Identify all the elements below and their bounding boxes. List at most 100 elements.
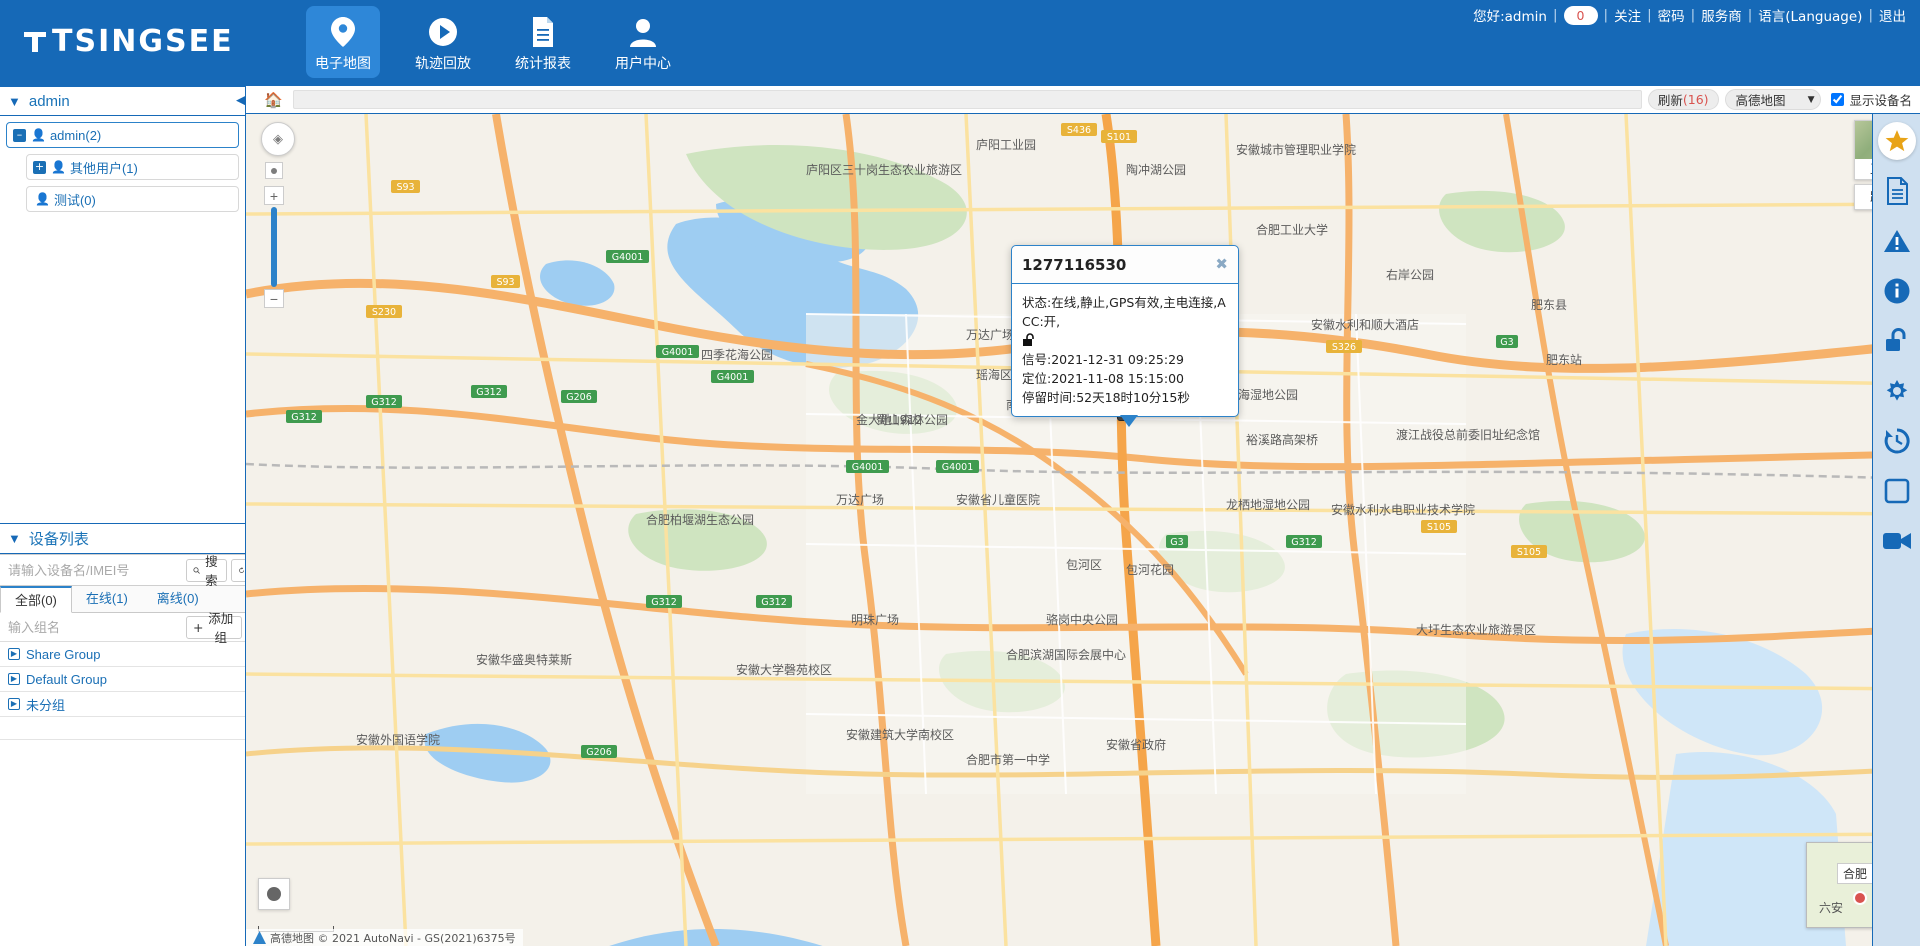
map-pin-icon: [326, 13, 360, 51]
square-icon[interactable]: [1878, 472, 1916, 510]
road-shield: G3: [1496, 335, 1518, 348]
popup-header: 1277116530 ✖: [1012, 246, 1238, 284]
map-canvas[interactable]: 庐阳区三十岗生态农业旅游区 四季花海公园 蜀山森林公园 合肥柏堰湖生态公园 安徽华盛奥特…: [246, 114, 1920, 946]
map-place-label: 渡江战役总前委旧址纪念馆: [1396, 427, 1540, 442]
right-toolbar: [1872, 114, 1920, 946]
user-menu: 您好:admin | 0 | 关注 | 密码 | 服务商 | 语言(Langua…: [1473, 5, 1906, 25]
chevron-right-icon[interactable]: ▶: [8, 648, 20, 660]
brand-logo[interactable]: TSINGSEE: [22, 24, 234, 59]
user-tree-title: admin: [28, 92, 70, 110]
svg-text:S105: S105: [1427, 522, 1451, 533]
map-labels-layer: 庐阳区三十岗生态农业旅游区四季花海公园蜀山森林公园合肥柏堰湖生态公园安徽华盛奥特…: [286, 123, 1582, 767]
refresh-icon: [238, 566, 244, 573]
map-place-label: 肥东县: [1531, 298, 1567, 312]
compass-icon[interactable]: ◈: [261, 122, 295, 156]
nav-item-map[interactable]: 电子地图: [306, 6, 380, 78]
road-shield: G206: [561, 390, 597, 403]
svg-text:G312: G312: [476, 387, 502, 398]
group-row-ungrouped[interactable]: ▶ 未分组: [0, 692, 245, 717]
info-icon[interactable]: [1878, 272, 1916, 310]
road-shield: G4001: [936, 460, 979, 473]
menu-link-logout[interactable]: 退出: [1879, 5, 1906, 25]
tree-node-other-users[interactable]: + 👤 其他用户(1): [26, 154, 239, 180]
group-name-input[interactable]: [6, 618, 186, 636]
user-icon: [626, 13, 660, 51]
close-icon[interactable]: ✖: [1215, 257, 1228, 272]
map-refresh-button[interactable]: 刷新 (16): [1647, 89, 1719, 110]
show-device-name-checkbox[interactable]: [1831, 93, 1845, 106]
gear-icon[interactable]: [1878, 372, 1916, 410]
nav-item-playback[interactable]: 轨迹回放: [406, 6, 480, 78]
video-icon[interactable]: [1878, 522, 1916, 560]
tree-expand-icon[interactable]: +: [33, 160, 46, 174]
tree-node-test[interactable]: 👤 测试(0): [26, 186, 239, 212]
nav-item-user-center[interactable]: 用户中心: [606, 6, 680, 78]
chevron-down-icon: ▼: [1807, 94, 1815, 105]
popup-location-line: 定位:2021-11-08 15:15:00: [1022, 371, 1184, 386]
refresh-devices-button[interactable]: 刷新: [230, 558, 245, 582]
nav-item-reports[interactable]: 统计报表: [506, 6, 580, 78]
search-button[interactable]: 搜索: [186, 554, 227, 588]
svg-text:G206: G206: [566, 392, 592, 403]
device-info-popup: 1277116530 ✖ 状态:在线,静止,GPS有效,主电连接,ACC:开, …: [1011, 245, 1239, 427]
menu-link-provider[interactable]: 服务商: [1701, 5, 1742, 25]
notification-badge[interactable]: 0: [1563, 5, 1598, 25]
chevron-down-icon: ▼: [8, 93, 21, 109]
chevron-right-icon[interactable]: ▶: [8, 673, 20, 685]
road-shield: S101: [1101, 130, 1137, 143]
chevron-right-icon[interactable]: ▶: [8, 698, 20, 710]
show-device-name-label: 显示设备名: [1849, 93, 1912, 108]
road-shield: G312: [366, 395, 402, 408]
tree-node-admin[interactable]: – 👤 admin(2): [6, 122, 239, 148]
map-source-select[interactable]: 高德地图 ▼: [1724, 89, 1822, 110]
svg-text:G4001: G4001: [717, 372, 749, 383]
history-icon[interactable]: [1878, 422, 1916, 460]
tree-collapse-icon[interactable]: –: [13, 128, 26, 142]
map-place-label: 万达广场: [966, 328, 1014, 342]
star-icon[interactable]: [1877, 122, 1916, 160]
tab-offline[interactable]: 离线(0): [143, 586, 214, 613]
group-label: 未分组: [26, 697, 66, 713]
road-shield: G4001: [656, 345, 699, 358]
tab-all[interactable]: 全部(0): [0, 586, 72, 613]
home-icon[interactable]: 🏠: [264, 91, 283, 109]
sidebar-collapse-icon[interactable]: ◀: [236, 92, 246, 110]
add-group-label: 添加组: [208, 611, 234, 645]
menu-link-password[interactable]: 密码: [1658, 5, 1685, 25]
menu-separator: |: [1552, 7, 1558, 23]
map-center-button[interactable]: [265, 162, 283, 179]
map-place-label: 骆岗中央公园: [1046, 612, 1118, 627]
map-place-label: 庐阳区三十岗生态农业旅游区: [806, 162, 962, 177]
user-tree-header[interactable]: ▼ admin: [0, 86, 245, 116]
svg-text:G4001: G4001: [852, 462, 884, 473]
show-device-name-toggle[interactable]: 显示设备名: [1831, 90, 1912, 109]
unlock-icon[interactable]: [1878, 322, 1916, 360]
popup-lock-row: [1022, 331, 1228, 350]
zoom-in-button[interactable]: +: [264, 186, 284, 205]
svg-text:G312: G312: [371, 397, 397, 408]
amap-logo-icon: [253, 931, 266, 944]
device-list-header[interactable]: ▼ 设备列表: [0, 524, 245, 554]
svg-text:G312: G312: [291, 412, 317, 423]
zoom-slider[interactable]: [271, 207, 277, 287]
menu-link-follow[interactable]: 关注: [1614, 5, 1641, 25]
road-shield: S105: [1511, 545, 1547, 558]
map-place-label: 安徽省政府: [1106, 737, 1166, 752]
svg-text:G312: G312: [1291, 537, 1317, 548]
popup-title: 1277116530: [1022, 255, 1127, 274]
app-header: TSINGSEE 电子地图 轨迹回放 统计报表 用户中心 您好:admin | …: [0, 0, 1920, 86]
tab-online[interactable]: 在线(1): [72, 586, 143, 613]
menu-link-language[interactable]: 语言(Language): [1758, 5, 1862, 25]
group-row-default[interactable]: ▶ Default Group: [0, 667, 245, 692]
map-place-label: 肥东站: [1546, 353, 1582, 367]
warning-icon[interactable]: [1878, 222, 1916, 260]
locate-me-button[interactable]: [258, 878, 290, 910]
search-input[interactable]: [6, 561, 186, 579]
map-place-label: 瑶海区: [976, 367, 1012, 382]
road-shield: G312: [1286, 535, 1322, 548]
svg-text:G4001: G4001: [662, 347, 694, 358]
menu-separator: |: [1647, 7, 1652, 23]
zoom-out-button[interactable]: −: [264, 289, 284, 308]
document-icon[interactable]: [1878, 172, 1916, 210]
add-group-button[interactable]: + 添加组: [186, 611, 242, 645]
